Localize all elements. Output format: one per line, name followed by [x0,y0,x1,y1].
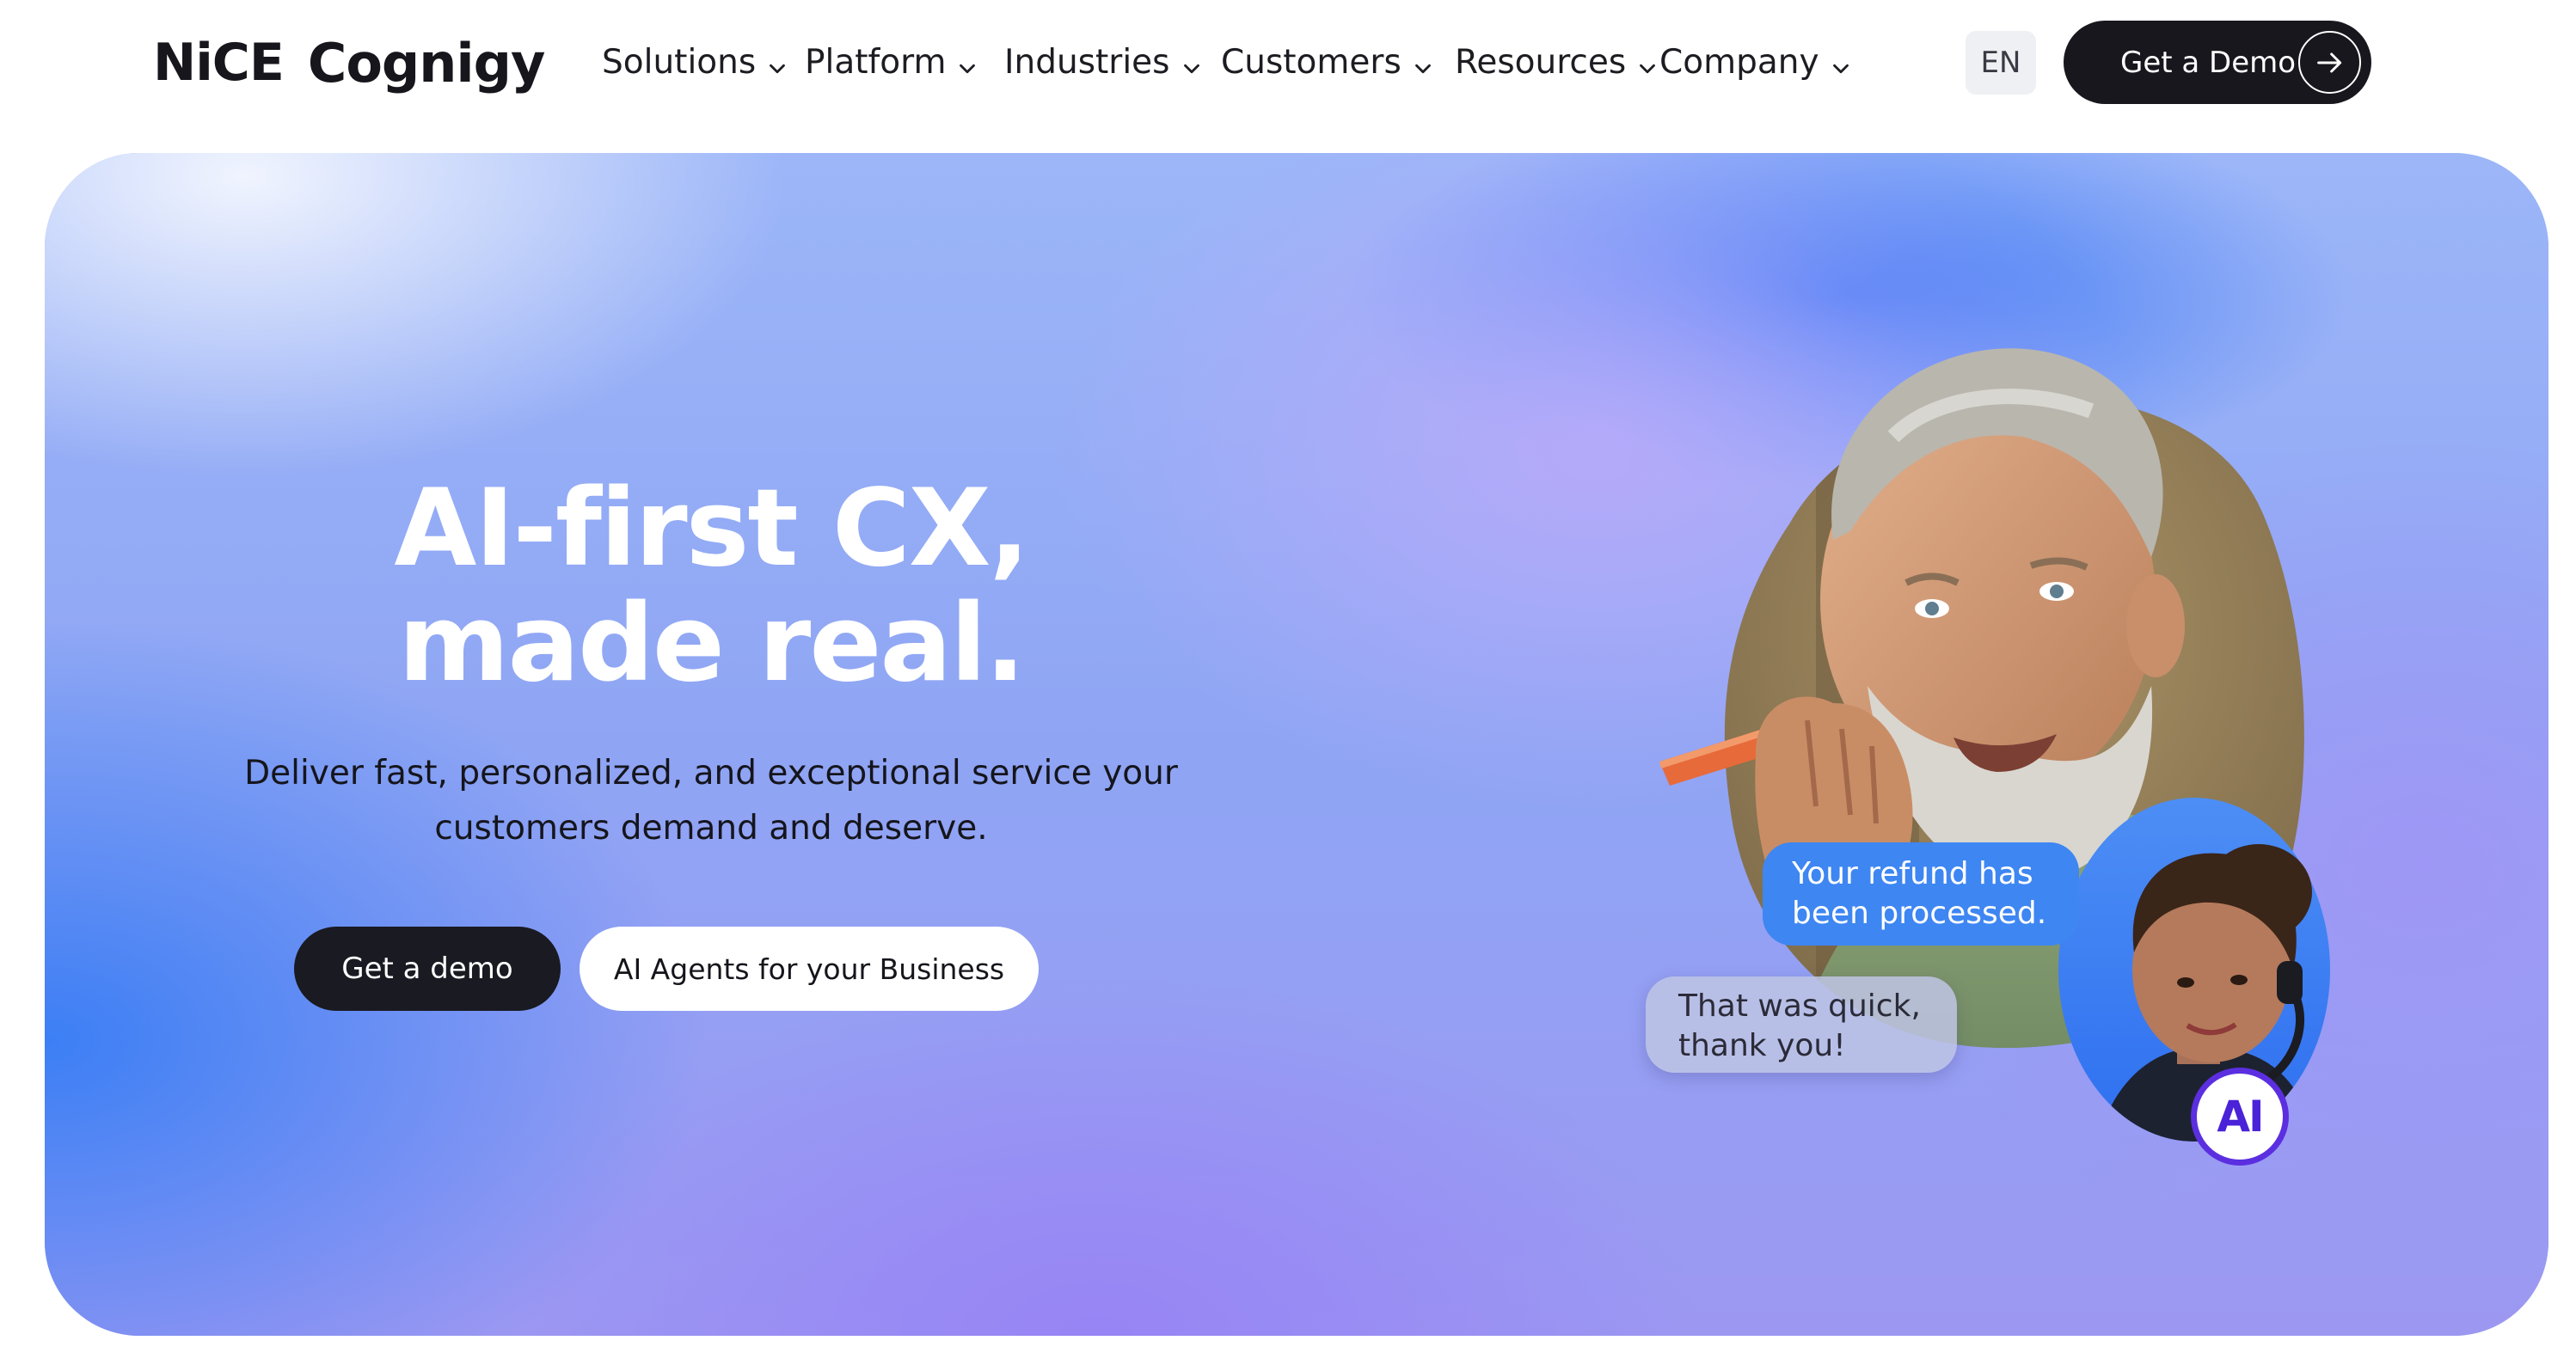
chevron-down-icon [1828,52,1854,77]
get-a-demo-label: Get a Demo [2120,45,2297,80]
nav-solutions[interactable]: Solutions [602,34,790,89]
nav-industries-label: Industries [1004,42,1170,82]
chevron-down-icon [954,52,980,77]
ai-badge-icon: AI [2191,1068,2289,1166]
nav-customers[interactable]: Customers [1221,34,1436,89]
arrow-right-icon [2298,31,2361,94]
nav-industries[interactable]: Industries [1004,34,1205,89]
hero-section: AI-first CX, made real. Deliver fast, pe… [45,153,2548,1336]
customer-message-bubble: That was quick, thank you! [1646,976,1957,1073]
agent-message-bubble: Your refund has been processed. [1763,842,2079,946]
people-illustration [1659,348,2330,1142]
chevron-down-icon [1410,52,1436,77]
nav-resources[interactable]: Resources [1455,34,1660,89]
customer-message-line1: That was quick, [1678,989,1921,1024]
chevron-down-icon [1635,52,1660,77]
nav-solutions-label: Solutions [602,42,757,82]
nav-platform[interactable]: Platform [805,34,980,89]
nav-customers-label: Customers [1221,42,1401,82]
get-a-demo-button[interactable]: Get a Demo [2064,21,2371,104]
customer-message-line2: thank you! [1678,1028,1846,1063]
nav-company-label: Company [1659,42,1819,82]
site-header: NiCE Cognigy Solutions Platform Industri… [0,0,2576,129]
logo-nice-text: NiCE [153,33,285,93]
nice-cognigy-logo[interactable]: NiCE Cognigy [153,24,546,101]
agent-message-line1: Your refund has [1792,856,2033,891]
chevron-down-icon [1179,52,1205,77]
language-selector[interactable]: EN [1966,31,2036,95]
logo-cognigy-text: Cognigy [307,31,546,95]
agent-message-line2: been processed. [1792,896,2047,931]
nav-platform-label: Platform [805,42,947,82]
conversation-illustration: Your refund has been processed. That was… [45,153,2548,1336]
chevron-down-icon [764,52,790,77]
nav-company[interactable]: Company [1659,34,1854,89]
nav-resources-label: Resources [1455,42,1627,82]
